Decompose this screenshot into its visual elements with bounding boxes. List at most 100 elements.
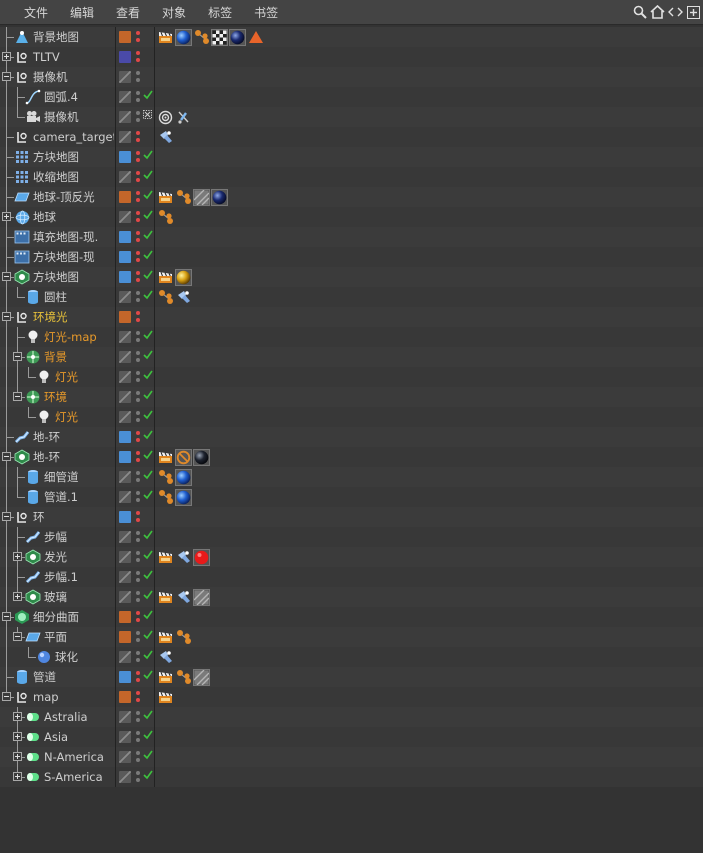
orange-dots-icon[interactable] (157, 469, 174, 486)
layer-color-swatch[interactable] (119, 511, 131, 523)
enabled-check-icon[interactable] (143, 250, 153, 263)
orange-dots-icon[interactable] (157, 489, 174, 506)
protection-icon[interactable] (175, 109, 192, 126)
expand-toggle[interactable] (13, 592, 22, 601)
menu-file[interactable]: 文件 (0, 4, 59, 21)
enabled-check-icon[interactable] (143, 390, 153, 403)
layer-color-swatch[interactable] (119, 771, 131, 783)
visibility-dots[interactable] (136, 450, 141, 464)
visibility-dots[interactable] (136, 290, 141, 304)
enabled-check-icon[interactable] (143, 330, 153, 343)
enabled-check-icon[interactable] (143, 650, 153, 663)
object-label[interactable]: 背景 (44, 350, 67, 364)
visibility-dots[interactable] (136, 630, 141, 644)
visibility-dots[interactable] (136, 490, 141, 504)
enabled-check-icon[interactable] (143, 150, 153, 163)
object-name-cell[interactable]: 填充地图-现. (0, 227, 114, 247)
layer-color-swatch[interactable] (119, 691, 131, 703)
object-name-cell[interactable]: camera_target (0, 127, 114, 147)
visibility-dots[interactable] (136, 90, 141, 104)
object-label[interactable]: 灯光-map (44, 330, 97, 344)
object-name-cell[interactable]: 方块地图 (0, 267, 114, 287)
object-name-cell[interactable]: 地-环 (0, 447, 114, 467)
tree-row[interactable]: 地球 (0, 207, 703, 227)
tree-row[interactable]: 步幅 (0, 527, 703, 547)
object-name-cell[interactable]: 球化 (0, 647, 114, 667)
object-name-cell[interactable]: 灯光-map (0, 327, 114, 347)
object-label[interactable]: 步幅.1 (44, 570, 78, 584)
menu-tags[interactable]: 标签 (197, 4, 243, 21)
dark-sphere-material-icon[interactable] (211, 188, 228, 206)
tree-row[interactable]: 球化 (0, 647, 703, 667)
object-name-cell[interactable]: 灯光 (0, 407, 114, 427)
tree-row[interactable]: 方块地图-现 (0, 247, 703, 267)
object-label[interactable]: 平面 (44, 630, 67, 644)
visibility-dots[interactable] (136, 550, 141, 564)
object-label[interactable]: TLTV (33, 50, 60, 64)
object-label[interactable]: 填充地图-现. (33, 230, 98, 244)
enabled-check-icon[interactable] (143, 290, 153, 303)
expand-toggle[interactable] (13, 712, 22, 721)
tree-row[interactable]: 灯光 (0, 407, 703, 427)
layer-color-swatch[interactable] (119, 391, 131, 403)
layer-color-swatch[interactable] (119, 631, 131, 643)
layer-color-swatch[interactable] (119, 491, 131, 503)
tree-row[interactable]: 环境 (0, 387, 703, 407)
clapper-icon[interactable] (157, 689, 174, 706)
enabled-check-icon[interactable] (143, 630, 153, 643)
object-name-cell[interactable]: 圆柱 (0, 287, 114, 307)
tree-row[interactable]: 步幅.1 (0, 567, 703, 587)
layer-color-swatch[interactable] (119, 431, 131, 443)
visibility-dots[interactable] (136, 530, 141, 544)
black-sphere-material-icon[interactable] (193, 448, 210, 466)
enabled-check-icon[interactable] (143, 670, 153, 683)
object-name-cell[interactable]: 发光 (0, 547, 114, 567)
tree-row[interactable]: 地球-顶反光 (0, 187, 703, 207)
disabled-x-icon[interactable] (143, 110, 152, 123)
tree-row[interactable]: 灯光 (0, 367, 703, 387)
collapse-toggle[interactable] (13, 632, 22, 641)
enabled-check-icon[interactable] (143, 430, 153, 443)
blue-sphere-material-icon[interactable] (175, 468, 192, 486)
object-label[interactable]: map (33, 690, 59, 704)
layer-color-swatch[interactable] (119, 171, 131, 183)
layer-color-swatch[interactable] (119, 31, 131, 43)
layer-color-swatch[interactable] (119, 291, 131, 303)
object-name-cell[interactable]: 管道.1 (0, 487, 114, 507)
grey-material-icon[interactable] (193, 588, 210, 606)
enabled-check-icon[interactable] (143, 490, 153, 503)
object-name-cell[interactable]: 步幅.1 (0, 567, 114, 587)
layer-color-swatch[interactable] (119, 411, 131, 423)
object-label[interactable]: 灯光 (55, 410, 78, 424)
visibility-dots[interactable] (136, 770, 141, 784)
object-name-cell[interactable]: 管道 (0, 667, 114, 687)
object-label[interactable]: 管道.1 (44, 490, 78, 504)
menu-view[interactable]: 查看 (105, 4, 151, 21)
object-label[interactable]: 圆弧.4 (44, 90, 78, 104)
object-name-cell[interactable]: TLTV (0, 47, 114, 67)
visibility-dots[interactable] (136, 170, 141, 184)
visibility-dots[interactable] (136, 350, 141, 364)
object-name-cell[interactable]: 细管道 (0, 467, 114, 487)
object-name-cell[interactable]: S-America (0, 767, 114, 787)
layer-color-swatch[interactable] (119, 351, 131, 363)
layer-color-swatch[interactable] (119, 571, 131, 583)
expand-toggle[interactable] (13, 552, 22, 561)
object-label[interactable]: 灯光 (55, 370, 78, 384)
tree-row[interactable]: 背景地图 (0, 27, 703, 47)
object-label[interactable]: 方块地图 (33, 270, 79, 284)
enabled-check-icon[interactable] (143, 610, 153, 623)
enabled-check-icon[interactable] (143, 190, 153, 203)
object-name-cell[interactable]: 玻璃 (0, 587, 114, 607)
tree-row[interactable]: 地-环 (0, 447, 703, 467)
visibility-dots[interactable] (136, 130, 141, 144)
object-name-cell[interactable]: N-America (0, 747, 114, 767)
target-icon[interactable] (157, 109, 174, 126)
object-label[interactable]: 摄像机 (33, 70, 68, 84)
enabled-check-icon[interactable] (143, 210, 153, 223)
object-name-cell[interactable]: 摄像机 (0, 107, 114, 127)
object-label[interactable]: 地球-顶反光 (33, 190, 95, 204)
phong-icon[interactable] (175, 289, 192, 306)
blue-sphere-material-icon[interactable] (175, 28, 192, 46)
layer-color-swatch[interactable] (119, 191, 131, 203)
